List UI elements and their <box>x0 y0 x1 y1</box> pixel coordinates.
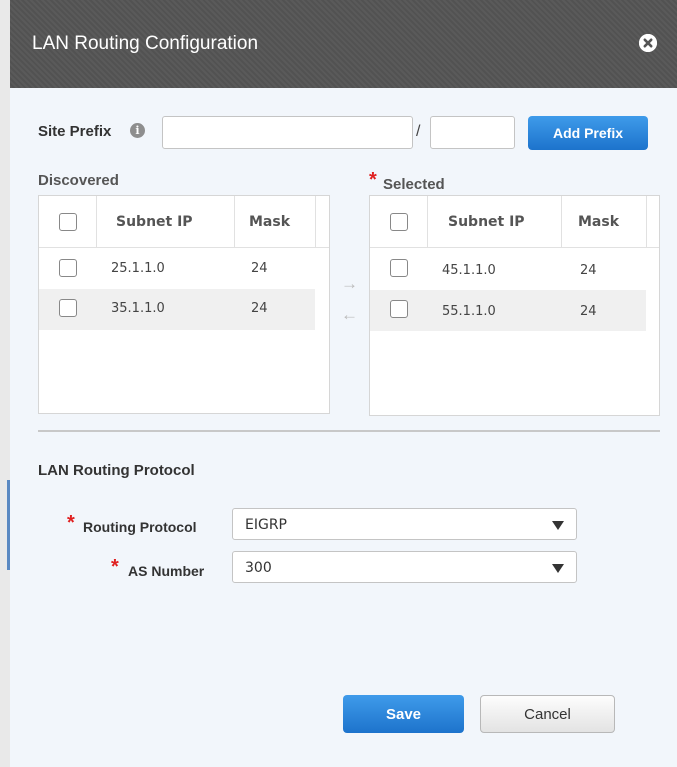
column-mask: Mask <box>578 214 620 230</box>
table-row[interactable]: 55.1.1.0 24 <box>370 290 646 331</box>
mask-cell: 24 <box>251 301 268 316</box>
required-mark: * <box>369 169 377 191</box>
subnet-ip-cell: 25.1.1.0 <box>111 261 165 276</box>
table-row[interactable]: 45.1.1.0 24 <box>370 249 646 290</box>
lan-routing-dialog: LAN Routing Configuration Site Prefix i … <box>10 0 677 767</box>
mask-cell: 24 <box>251 261 268 276</box>
table-header: Subnet IP Mask <box>370 196 659 248</box>
save-button[interactable]: Save <box>343 695 464 733</box>
routing-protocol-value: EIGRP <box>245 517 287 533</box>
add-prefix-button[interactable]: Add Prefix <box>528 116 648 150</box>
prefix-mask-input[interactable] <box>430 116 515 149</box>
column-subnet-ip: Subnet IP <box>116 214 193 230</box>
table-row[interactable]: 35.1.1.0 24 <box>39 289 315 330</box>
site-prefix-input[interactable] <box>162 116 413 149</box>
required-mark: * <box>111 556 119 578</box>
column-subnet-ip: Subnet IP <box>448 214 525 230</box>
info-icon[interactable]: i <box>130 123 145 138</box>
close-button[interactable] <box>639 34 657 52</box>
dialog-header: LAN Routing Configuration <box>10 0 677 88</box>
row-checkbox[interactable] <box>390 259 408 277</box>
row-checkbox[interactable] <box>59 259 77 277</box>
section-divider <box>38 430 660 432</box>
required-mark: * <box>67 512 75 534</box>
selected-label: Selected <box>383 176 445 193</box>
subnet-ip-cell: 55.1.1.0 <box>442 304 496 319</box>
table-header: Subnet IP Mask <box>39 196 329 248</box>
as-number-label: AS Number <box>128 563 205 579</box>
site-prefix-label: Site Prefix <box>38 123 112 140</box>
discovered-table: Subnet IP Mask 25.1.1.0 24 35.1.1.0 24 <box>38 195 330 414</box>
mask-cell: 24 <box>580 263 597 278</box>
discovered-label: Discovered <box>38 172 119 189</box>
dialog-title: LAN Routing Configuration <box>32 33 259 54</box>
select-all-checkbox[interactable] <box>59 213 77 231</box>
row-checkbox[interactable] <box>59 299 77 317</box>
subnet-ip-cell: 45.1.1.0 <box>442 263 496 278</box>
as-number-value: 300 <box>245 560 272 576</box>
prefix-separator: / <box>416 123 421 140</box>
close-circle-icon <box>639 34 657 52</box>
dropdown-caret-icon <box>552 521 564 530</box>
routing-protocol-label: Routing Protocol <box>83 519 197 535</box>
row-checkbox[interactable] <box>390 300 408 318</box>
routing-protocol-select[interactable]: EIGRP <box>232 508 577 540</box>
lan-routing-heading: LAN Routing Protocol <box>38 462 195 479</box>
cancel-button[interactable]: Cancel <box>480 695 615 733</box>
subnet-ip-cell: 35.1.1.0 <box>111 301 165 316</box>
table-row[interactable]: 25.1.1.0 24 <box>39 249 315 290</box>
selected-table: Subnet IP Mask 45.1.1.0 24 55.1.1.0 24 <box>369 195 660 416</box>
as-number-select[interactable]: 300 <box>232 551 577 583</box>
mask-cell: 24 <box>580 304 597 319</box>
dropdown-caret-icon <box>552 564 564 573</box>
select-all-checkbox[interactable] <box>390 213 408 231</box>
background-strip <box>0 0 10 767</box>
move-right-arrow-icon[interactable]: → <box>341 274 358 294</box>
column-mask: Mask <box>249 214 291 230</box>
move-left-arrow-icon[interactable]: ← <box>341 305 358 325</box>
